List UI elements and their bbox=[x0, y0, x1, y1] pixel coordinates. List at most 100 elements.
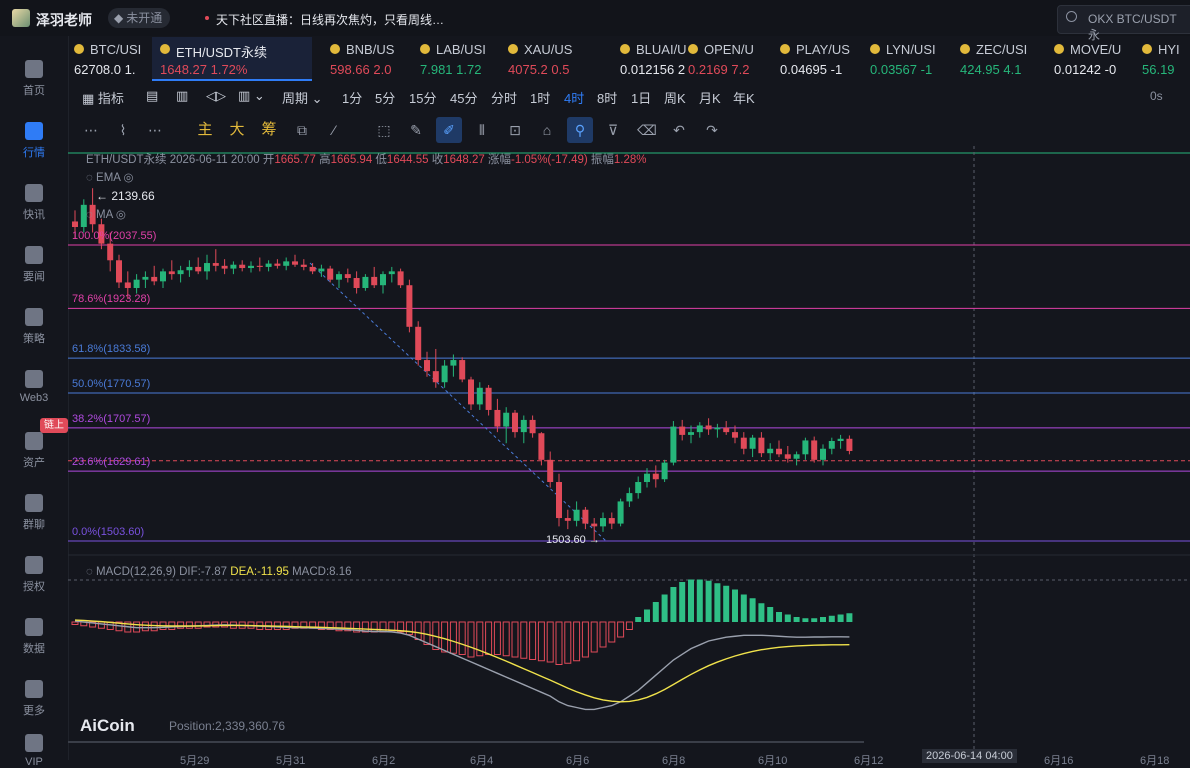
line-tool-icon[interactable]: ⋯ bbox=[78, 117, 104, 143]
sidebar-item-vip[interactable]: VIP bbox=[0, 734, 68, 768]
replay-icon[interactable]: ◁▷ bbox=[206, 88, 226, 104]
high-marker-value: 2139.66 bbox=[111, 189, 155, 203]
tool-1[interactable]: 大 bbox=[224, 117, 250, 143]
period-1[interactable]: 5分 bbox=[375, 88, 395, 107]
candle-body bbox=[652, 473, 659, 480]
period-11[interactable]: 年K bbox=[733, 88, 755, 107]
ticker-price: 598.66 2.0 bbox=[330, 62, 391, 77]
ma-indicator[interactable]: ◌ MA ◎ bbox=[86, 207, 126, 221]
macd-bar bbox=[449, 621, 457, 654]
chart-type-icon[interactable]: ▥ ⌄ bbox=[238, 88, 265, 104]
ticker-price: 0.03567 -1 bbox=[870, 62, 932, 77]
more-tools-icon[interactable]: ⋯ bbox=[142, 117, 168, 143]
sidebar-item-strategy[interactable]: 策略 bbox=[0, 308, 68, 346]
undo-icon[interactable]: ↶ bbox=[666, 117, 692, 143]
sidebar-item-more[interactable]: 更多 bbox=[0, 680, 68, 718]
sidebar-item-headline[interactable]: 要闻 bbox=[0, 246, 68, 284]
candle-body bbox=[723, 427, 730, 433]
coin-icon bbox=[420, 44, 430, 54]
candle-body bbox=[239, 264, 246, 269]
chart-symbol: ETH/USDT永续 bbox=[86, 154, 167, 166]
date-tick-label: 6月4 bbox=[470, 755, 494, 767]
ruler-icon[interactable]: ✎ bbox=[403, 117, 429, 143]
pattern-icon[interactable]: ⫴ bbox=[469, 117, 495, 143]
macd-bar bbox=[740, 594, 747, 622]
price-chart[interactable] bbox=[68, 146, 1190, 760]
indicator-draw-icon[interactable]: ⌇ bbox=[110, 117, 136, 143]
period-9[interactable]: 周K bbox=[664, 88, 686, 107]
avatar[interactable] bbox=[12, 9, 30, 27]
live-announcement[interactable]: 天下社区直播：日线再次焦灼，只看周线… bbox=[216, 11, 444, 28]
key-icon bbox=[25, 556, 43, 574]
ticker-tab[interactable]: OPEN/U 0.2169 7.2 bbox=[688, 37, 772, 81]
ticker-tab[interactable]: LYN/USI 0.03567 -1 bbox=[870, 37, 954, 81]
ema-label: EMA bbox=[96, 172, 121, 184]
sidebar-item-chat[interactable]: 群聊 bbox=[0, 494, 68, 532]
chart-datetime: 2026-06-11 20:00 bbox=[169, 154, 260, 166]
copy-icon[interactable]: ⧉ bbox=[289, 117, 315, 143]
ticker-tab[interactable]: HYI 56.19 bbox=[1142, 37, 1190, 81]
sidebar-item-wallet[interactable]: 资产 bbox=[0, 432, 68, 470]
candle-body bbox=[512, 412, 518, 433]
sidebar-item-key[interactable]: 授权 bbox=[0, 556, 68, 594]
sidebar-item-home[interactable]: 首页 bbox=[0, 60, 68, 98]
ema-indicator[interactable]: ◌ EMA ◎ bbox=[86, 170, 134, 184]
frame-icon[interactable]: ⬚ bbox=[371, 117, 397, 143]
ticker-tab[interactable]: ZEC/USI 424.95 4.1 bbox=[960, 37, 1044, 81]
brush-icon[interactable]: ✐ bbox=[436, 117, 462, 143]
magnet-icon[interactable]: ⚲ bbox=[567, 117, 593, 143]
sidebar-item-news[interactable]: 快讯 bbox=[0, 184, 68, 222]
macd-bar bbox=[590, 621, 598, 653]
sidebar-item-market[interactable]: 行情 bbox=[0, 122, 68, 160]
live-dot-icon bbox=[205, 16, 209, 20]
candle-body bbox=[212, 263, 219, 266]
redo-icon[interactable]: ↷ bbox=[699, 117, 725, 143]
period-2[interactable]: 15分 bbox=[409, 88, 436, 107]
delete-icon[interactable]: ⌫ bbox=[634, 117, 660, 143]
sidebar-item-web3[interactable]: Web3 bbox=[0, 370, 68, 404]
period-10[interactable]: 月K bbox=[699, 88, 721, 107]
filter-icon[interactable]: ⊽ bbox=[600, 117, 626, 143]
period-0[interactable]: 1分 bbox=[342, 88, 362, 107]
save-icon[interactable]: ⌂ bbox=[534, 117, 560, 143]
ticker-tab[interactable]: BNB/US 598.66 2.0 bbox=[330, 37, 414, 81]
macd-dea: DEA:-11.95 bbox=[230, 566, 289, 578]
period-6[interactable]: 4时 bbox=[564, 88, 584, 107]
period-4[interactable]: 分时 bbox=[491, 88, 517, 107]
period-8[interactable]: 1日 bbox=[631, 88, 651, 107]
period-7[interactable]: 8时 bbox=[597, 88, 617, 107]
indicator-button[interactable]: ▦ 指标 bbox=[82, 88, 124, 107]
ticker-price: 0.012156 2 bbox=[620, 62, 685, 77]
ticker-price: 7.981 1.72 bbox=[420, 62, 481, 77]
ticker-tab[interactable]: MOVE/U 0.01242 -0 bbox=[1054, 37, 1138, 81]
ticker-tab[interactable]: PLAY/US 0.04695 -1 bbox=[780, 37, 864, 81]
ticker-tab[interactable]: LAB/USI 7.981 1.72 bbox=[420, 37, 504, 81]
sidebar-item-data[interactable]: 数据 bbox=[0, 618, 68, 656]
more-icon bbox=[25, 680, 43, 698]
ticker-last: 62708.0 bbox=[74, 62, 121, 77]
eye-icon[interactable]: ◎ bbox=[124, 172, 134, 184]
period-5[interactable]: 1时 bbox=[530, 88, 550, 107]
amplitude-value: 1.28% bbox=[613, 154, 647, 166]
eye-icon[interactable]: ◎ bbox=[116, 209, 126, 221]
macd-bar bbox=[732, 589, 738, 622]
layout-icon[interactable]: ▤ bbox=[146, 88, 158, 104]
tool-2[interactable]: 筹 bbox=[256, 117, 282, 143]
draw-line-icon[interactable]: ⁄ bbox=[321, 117, 347, 143]
ticker-tab[interactable]: ETH/USDT永续 1648.27 1.72% bbox=[152, 37, 312, 81]
vip-status-badge[interactable]: ◆ 未开通 bbox=[108, 8, 171, 28]
macd-bar bbox=[776, 612, 782, 622]
split-icon[interactable]: ▥ bbox=[176, 88, 188, 104]
ticker-last: 1648.27 bbox=[160, 62, 207, 77]
lock-icon[interactable]: ⊡ bbox=[502, 117, 528, 143]
macd-bar bbox=[511, 621, 519, 658]
tool-0[interactable]: 主 bbox=[192, 117, 218, 143]
ticker-tab[interactable]: BTC/USI 62708.0 1. bbox=[74, 37, 158, 81]
cycle-dropdown[interactable]: 周期 ⌄ bbox=[282, 88, 323, 107]
username[interactable]: 泽羽老师 bbox=[36, 10, 92, 30]
macd-bar bbox=[493, 621, 501, 655]
ticker-tab[interactable]: XAU/US 4075.2 0.5 bbox=[508, 37, 592, 81]
period-3[interactable]: 45分 bbox=[450, 88, 477, 107]
date-tick-label: 5月31 bbox=[276, 755, 306, 767]
macd-bar bbox=[185, 621, 193, 629]
